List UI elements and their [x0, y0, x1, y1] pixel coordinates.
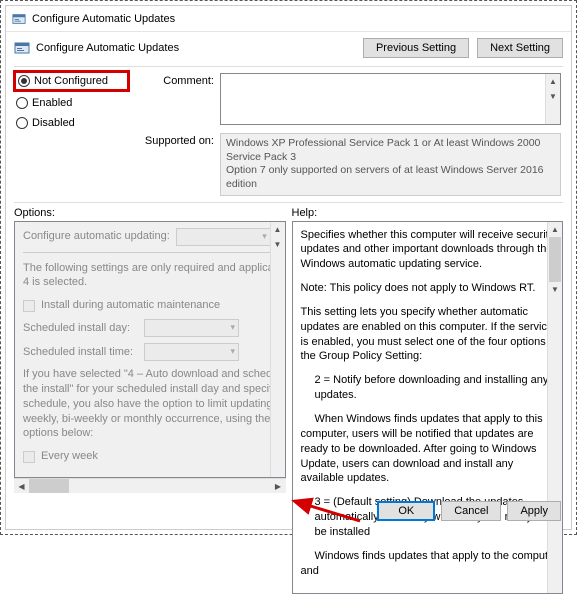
every-week-label: Every week — [41, 449, 98, 464]
scroll-up-icon[interactable]: ▲ — [548, 222, 562, 237]
scheduled-time-row: Scheduled install time: — [23, 343, 281, 361]
options-label: Options: — [14, 207, 286, 221]
scrollbar-thumb[interactable] — [29, 479, 69, 493]
scroll-right-icon[interactable]: ▶ — [271, 479, 286, 493]
cancel-button[interactable]: Cancel — [441, 501, 501, 521]
options-note: The following settings are only required… — [23, 261, 281, 291]
supported-text: Windows XP Professional Service Pack 1 o… — [220, 133, 561, 196]
supported-row: Supported on: Windows XP Professional Se… — [134, 133, 561, 196]
help-text: Specifies whether this computer will rec… — [293, 222, 563, 594]
scheduled-time-dropdown[interactable] — [144, 343, 239, 361]
scroll-up-icon[interactable]: ▲ — [546, 74, 560, 89]
radio-label: Enabled — [32, 97, 72, 109]
policy-icon — [14, 40, 30, 56]
scrollbar-horizontal[interactable]: ◀ ▶ — [14, 478, 286, 493]
supported-label: Supported on: — [134, 133, 214, 196]
scheduled-time-label: Scheduled install time: — [23, 345, 138, 360]
every-week-checkbox[interactable] — [23, 451, 35, 463]
scroll-down-icon[interactable]: ▼ — [271, 237, 285, 252]
radio-label: Not Configured — [34, 75, 108, 87]
dialog-window: Configure Automatic Updates Configure Au… — [5, 5, 572, 530]
configure-updating-row: Configure automatic updating: — [23, 228, 281, 246]
radio-label: Disabled — [32, 117, 75, 129]
help-panel: Help: Specifies whether this computer wi… — [292, 207, 564, 493]
radio-icon — [16, 117, 28, 129]
help-paragraph: This setting lets you specify whether au… — [301, 305, 559, 364]
install-maintenance-row: Install during automatic maintenance — [23, 298, 281, 313]
help-paragraph: 2 = Notify before downloading and instal… — [301, 373, 559, 403]
scroll-down-icon[interactable]: ▼ — [546, 89, 560, 104]
divider — [14, 66, 563, 67]
header-title: Configure Automatic Updates — [36, 42, 179, 54]
help-paragraph: Windows finds updates that apply to the … — [301, 549, 559, 579]
apply-button[interactable]: Apply — [507, 501, 561, 521]
radio-icon — [16, 97, 28, 109]
help-label: Help: — [292, 207, 564, 221]
next-setting-button[interactable]: Next Setting — [477, 38, 563, 58]
scrollbar-vertical[interactable]: ▲ ▼ — [547, 222, 562, 594]
state-row: Not Configured Enabled Disabled Comment:… — [6, 69, 571, 198]
help-box: Specifies whether this computer will rec… — [292, 221, 564, 594]
scroll-up-icon[interactable]: ▲ — [271, 222, 285, 237]
help-paragraph: Specifies whether this computer will rec… — [301, 228, 559, 273]
configure-updating-label: Configure automatic updating: — [23, 229, 170, 244]
policy-icon — [12, 12, 26, 26]
help-paragraph: Note: This policy does not apply to Wind… — [301, 281, 559, 296]
highlight-box: Not Configured — [13, 70, 130, 92]
radio-enabled[interactable]: Enabled — [16, 97, 126, 109]
comment-row: Comment: ▲ ▼ — [134, 73, 561, 125]
help-paragraph: When Windows finds updates that apply to… — [301, 412, 559, 486]
scheduled-day-dropdown[interactable] — [144, 319, 239, 337]
schedule-note: If you have selected "4 – Auto download … — [23, 367, 281, 441]
options-panel: Options: Configure automatic updating: T… — [14, 207, 286, 493]
window-title: Configure Automatic Updates — [32, 13, 175, 25]
previous-setting-button[interactable]: Previous Setting — [363, 38, 469, 58]
radio-disabled[interactable]: Disabled — [16, 117, 126, 129]
radio-icon — [18, 75, 30, 87]
scheduled-day-row: Scheduled install day: — [23, 319, 281, 337]
titlebar: Configure Automatic Updates — [6, 6, 571, 32]
configure-updating-dropdown[interactable] — [176, 228, 271, 246]
every-week-row: Every week — [23, 449, 281, 464]
scroll-left-icon[interactable]: ◀ — [14, 479, 29, 493]
scrollbar-thumb[interactable] — [549, 237, 561, 282]
options-box: Configure automatic updating: The follow… — [14, 221, 286, 478]
install-maintenance-checkbox[interactable] — [23, 300, 35, 312]
footer-buttons: OK Cancel Apply — [6, 493, 571, 529]
ok-button[interactable]: OK — [377, 501, 435, 521]
state-radio-group: Not Configured Enabled Disabled — [16, 73, 126, 129]
arrow-annotation — [284, 491, 364, 525]
divider — [23, 252, 281, 253]
radio-not-configured[interactable]: Not Configured — [18, 75, 108, 87]
scrollbar-vertical[interactable]: ▲ ▼ — [545, 74, 560, 124]
scrollbar-vertical[interactable]: ▲ ▼ — [270, 222, 285, 477]
scroll-down-icon[interactable]: ▼ — [548, 282, 562, 297]
panels-row: Options: Configure automatic updating: T… — [6, 203, 571, 493]
comment-label: Comment: — [134, 73, 214, 125]
comment-textarea[interactable]: ▲ ▼ — [220, 73, 561, 125]
scheduled-day-label: Scheduled install day: — [23, 321, 138, 336]
header-row: Configure Automatic Updates Previous Set… — [6, 32, 571, 64]
install-maintenance-label: Install during automatic maintenance — [41, 298, 220, 313]
